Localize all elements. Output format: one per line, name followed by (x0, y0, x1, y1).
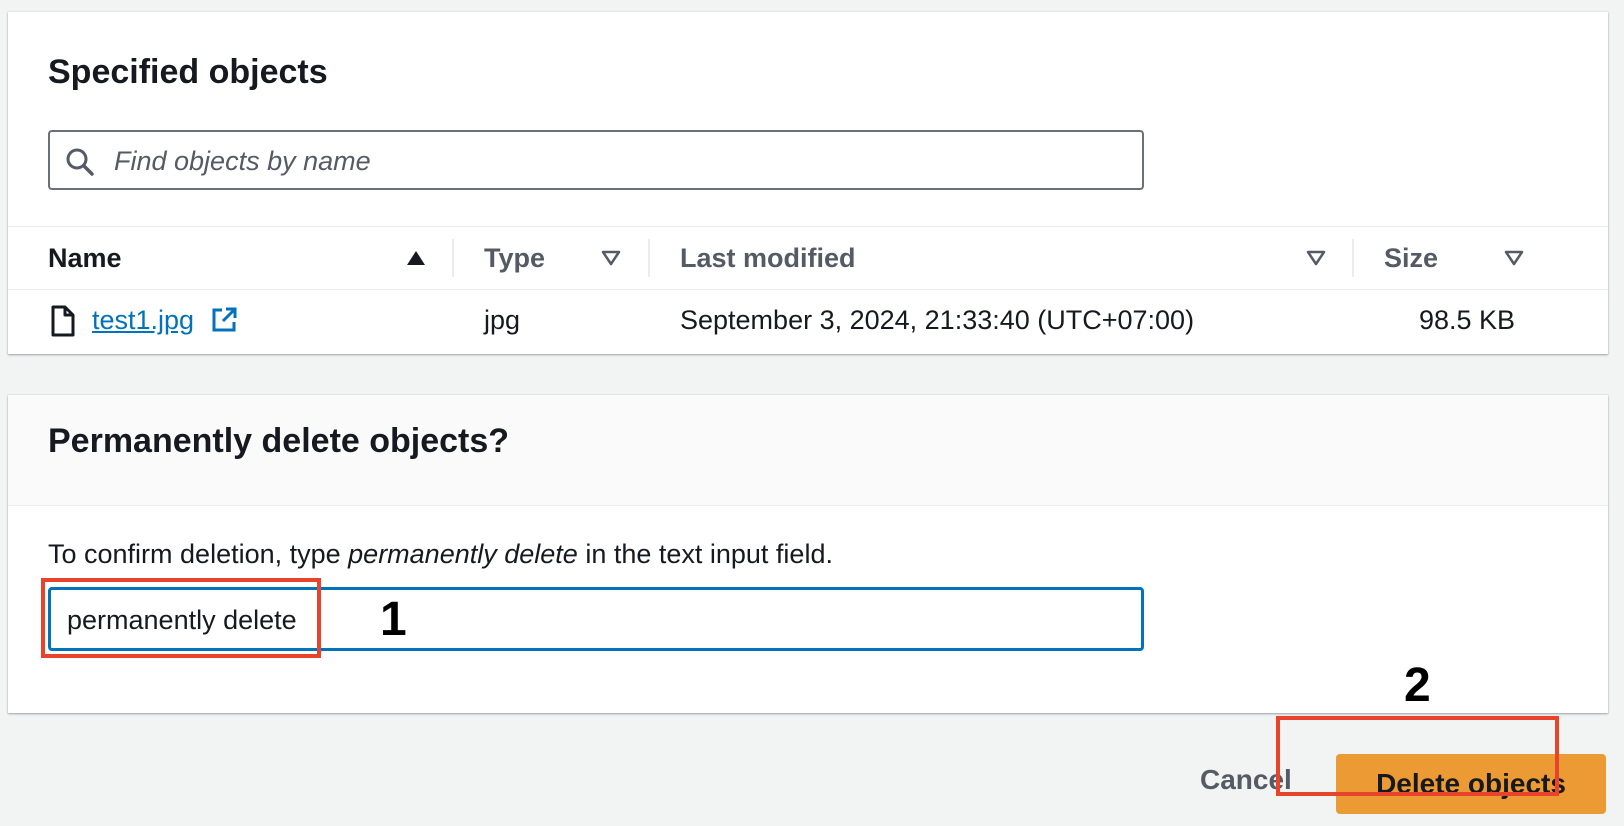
cancel-button[interactable]: Cancel (1180, 752, 1312, 808)
sort-unsorted-icon[interactable] (1504, 249, 1524, 267)
delete-confirmation-panel: Permanently delete objects? To confirm d… (8, 395, 1608, 713)
column-header-last-modified[interactable]: Last modified (680, 227, 856, 289)
search-box[interactable] (48, 130, 1144, 190)
column-header-size[interactable]: Size (1384, 227, 1438, 289)
object-last-modified: September 3, 2024, 21:33:40 (UTC+07:00) (680, 305, 1195, 335)
confirm-delete-input[interactable] (65, 590, 1129, 650)
objects-table: Name Type Last modified Size test1.jpg j… (8, 226, 1608, 350)
object-type: jpg (484, 305, 521, 335)
file-icon (51, 305, 75, 337)
confirm-input-box[interactable] (48, 587, 1144, 651)
external-link-icon[interactable] (210, 306, 238, 334)
search-input[interactable] (112, 132, 1116, 190)
search-icon (66, 148, 94, 176)
column-divider[interactable] (1352, 239, 1354, 277)
delete-confirmation-header: Permanently delete objects? (8, 395, 1608, 506)
step1-label: 1 (380, 593, 407, 646)
confirm-instruction: To confirm deletion, type permanently de… (48, 539, 833, 569)
confirm-keyword: permanently delete (348, 539, 578, 569)
column-header-name[interactable]: Name (48, 227, 122, 289)
table-row: test1.jpg jpg September 3, 2024, 21:33:4… (8, 290, 1608, 350)
delete-confirmation-title: Permanently delete objects? (48, 422, 510, 460)
sort-ascending-icon[interactable] (406, 249, 426, 267)
specified-objects-panel: Specified objects Name Type Last modifie… (8, 12, 1608, 354)
object-name-link[interactable]: test1.jpg (92, 305, 194, 335)
sort-unsorted-icon[interactable] (601, 249, 621, 267)
delete-objects-button[interactable]: Delete objects (1336, 754, 1606, 814)
column-divider[interactable] (648, 239, 650, 277)
object-size: 98.5 KB (1419, 305, 1516, 335)
table-header: Name Type Last modified Size (8, 226, 1608, 290)
column-divider[interactable] (452, 239, 454, 277)
sort-unsorted-icon[interactable] (1306, 249, 1326, 267)
step2-label: 2 (1404, 659, 1431, 712)
column-header-type[interactable]: Type (484, 227, 545, 289)
specified-objects-title: Specified objects (48, 53, 328, 91)
